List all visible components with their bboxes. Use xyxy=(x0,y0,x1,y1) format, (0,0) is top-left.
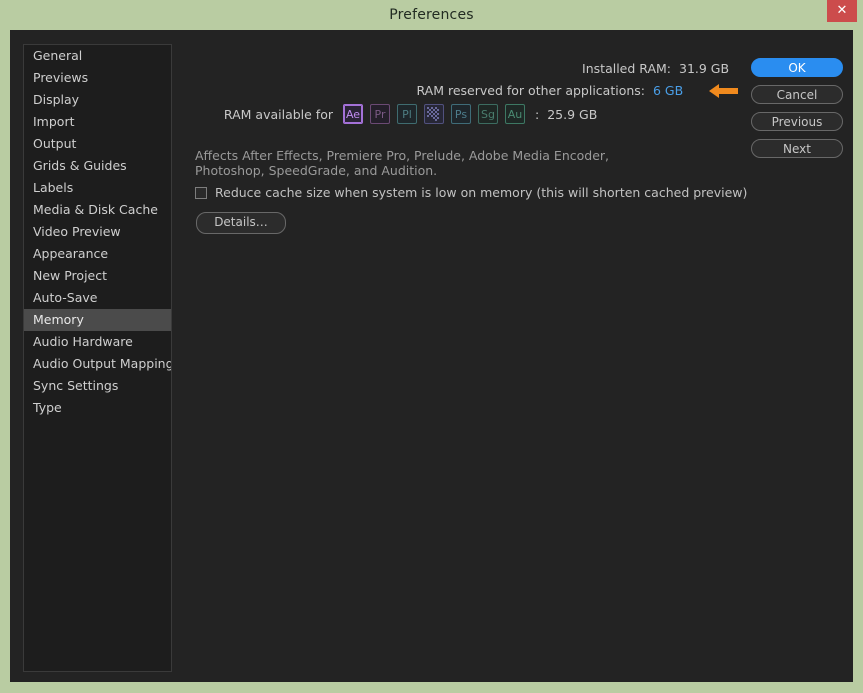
sidebar-item-memory[interactable]: Memory xyxy=(24,309,171,331)
sidebar-item-sync-settings[interactable]: Sync Settings xyxy=(24,375,171,397)
app-icon-prelude[interactable]: Pl xyxy=(397,104,417,124)
ram-available-label: RAM available for xyxy=(223,106,333,122)
app-icon-premiere-pro[interactable]: Pr xyxy=(370,104,390,124)
left-arrow-icon xyxy=(707,82,741,100)
ram-info-rows: Installed RAM: 31.9 GB RAM reserved for … xyxy=(171,58,741,102)
installed-ram-value: 31.9 GB xyxy=(679,61,730,76)
preferences-window: Preferences ✕ General Previews Display Impo… xyxy=(0,0,863,693)
ok-button[interactable]: OK xyxy=(751,58,843,77)
sidebar-item-labels[interactable]: Labels xyxy=(24,177,171,199)
affects-description: Affects After Effects, Premiere Pro, Pre… xyxy=(195,148,610,178)
previous-button[interactable]: Previous xyxy=(751,112,843,131)
ram-available-total: 25.9 GB xyxy=(547,106,598,122)
sidebar-item-new-project[interactable]: New Project xyxy=(24,265,171,287)
reserved-ram-row: RAM reserved for other applications: 6 G… xyxy=(171,80,741,102)
sidebar-item-previews[interactable]: Previews xyxy=(24,67,171,89)
app-icon-media-encoder[interactable] xyxy=(424,104,444,124)
sidebar-item-output[interactable]: Output xyxy=(24,133,171,155)
reduce-cache-checkbox-row[interactable]: Reduce cache size when system is low on … xyxy=(195,185,747,200)
apps-separator: : xyxy=(535,106,540,122)
reserved-ram-input[interactable]: 6 GB xyxy=(653,80,715,102)
sidebar-item-video-preview[interactable]: Video Preview xyxy=(24,221,171,243)
app-icon-photoshop[interactable]: Ps xyxy=(451,104,471,124)
app-icon-speedgrade[interactable]: Sg xyxy=(478,104,498,124)
sidebar-item-appearance[interactable]: Appearance xyxy=(24,243,171,265)
reduce-cache-label: Reduce cache size when system is low on … xyxy=(215,185,748,200)
cancel-button[interactable]: Cancel xyxy=(751,85,843,104)
installed-ram-label: Installed RAM: xyxy=(582,61,671,76)
sidebar-item-auto-save[interactable]: Auto-Save xyxy=(24,287,171,309)
sidebar-item-general[interactable]: General xyxy=(24,45,171,67)
memory-panel: Installed RAM: 31.9 GB RAM reserved for … xyxy=(171,44,853,682)
details-button[interactable]: Details… xyxy=(196,212,286,234)
sidebar-item-audio-output-mapping[interactable]: Audio Output Mapping xyxy=(24,353,171,375)
sidebar-item-audio-hardware[interactable]: Audio Hardware xyxy=(24,331,171,353)
ram-available-row: RAM available for Ae Pr Pl Ps Sg Au : 25.9 GB xyxy=(171,104,771,124)
dialog-body: General Previews Display Import Output Grids … xyxy=(10,30,853,682)
preferences-category-list[interactable]: General Previews Display Import Output Grids … xyxy=(23,44,172,672)
next-button[interactable]: Next xyxy=(751,139,843,158)
reduce-cache-checkbox[interactable] xyxy=(195,186,207,199)
sidebar-item-type[interactable]: Type xyxy=(24,397,171,419)
sidebar-item-media-disk-cache[interactable]: Media & Disk Cache xyxy=(24,199,171,221)
app-icon-after-effects[interactable]: Ae xyxy=(343,104,363,124)
dialog-button-column: OK Cancel Previous Next xyxy=(751,58,843,166)
window-title: Preferences xyxy=(389,7,474,23)
title-bar: Preferences ✕ xyxy=(0,0,863,30)
installed-ram-row: Installed RAM: 31.9 GB xyxy=(171,58,741,80)
sidebar-item-display[interactable]: Display xyxy=(24,89,171,111)
app-icon-group: Ae Pr Pl Ps Sg Au xyxy=(343,104,532,124)
app-icon-audition[interactable]: Au xyxy=(505,104,525,124)
sidebar-item-grids-guides[interactable]: Grids & Guides xyxy=(24,155,171,177)
sidebar-item-import[interactable]: Import xyxy=(24,111,171,133)
reserved-ram-label: RAM reserved for other applications: xyxy=(416,83,646,98)
close-icon[interactable]: ✕ xyxy=(827,0,857,22)
